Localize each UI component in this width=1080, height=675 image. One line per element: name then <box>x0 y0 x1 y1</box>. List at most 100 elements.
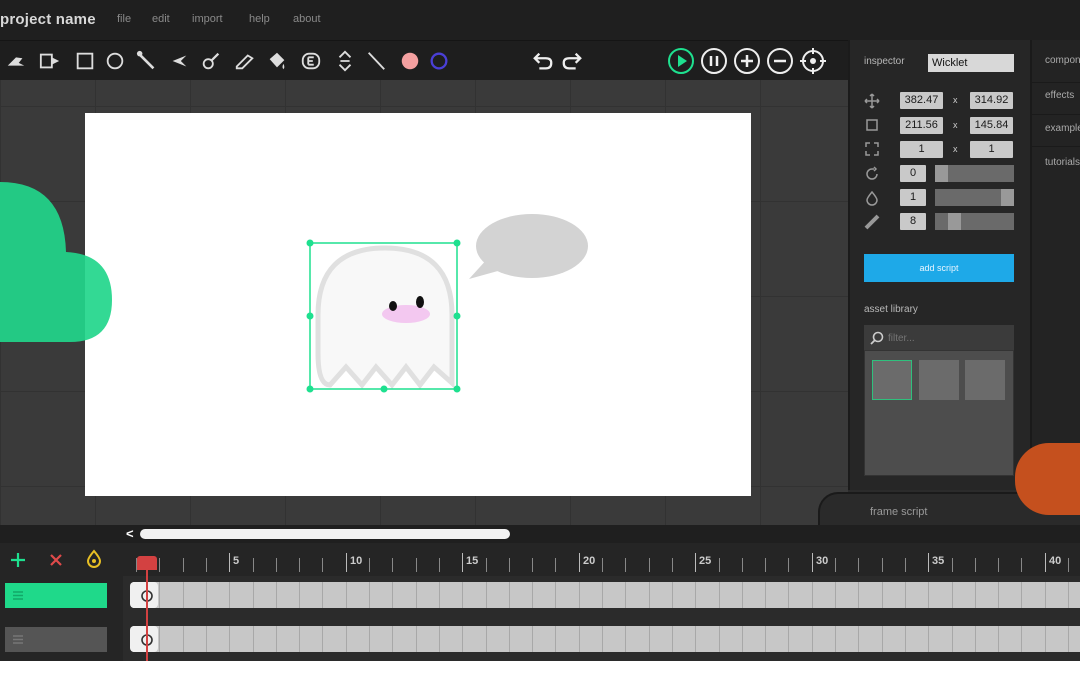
recenter-icon[interactable] <box>799 47 827 75</box>
stroke-knob[interactable] <box>948 213 961 230</box>
opacity-slider[interactable] <box>935 189 1014 206</box>
asset-filter-input[interactable] <box>888 330 1008 346</box>
play-icon[interactable] <box>667 47 695 75</box>
layer-drag-icon[interactable] <box>12 634 24 645</box>
ruler-major-tick <box>346 553 347 572</box>
rotation-field[interactable]: 0 <box>900 165 926 182</box>
path-select-icon[interactable] <box>38 49 62 73</box>
stroke-color-swatch[interactable] <box>427 49 451 73</box>
frame-cell-divider <box>975 626 976 652</box>
frame-cell-divider <box>555 582 556 608</box>
cloud-shape[interactable] <box>0 182 112 342</box>
ruler-label: 10 <box>350 555 363 567</box>
rotation-slider[interactable] <box>935 165 1014 182</box>
layer-1-frames[interactable] <box>133 582 1080 608</box>
tab-tutorials[interactable]: tutorials <box>1032 147 1080 179</box>
object-name-input[interactable]: Wicklet <box>928 54 1014 72</box>
delete-layer-icon[interactable] <box>47 551 65 569</box>
ruler-tick <box>509 558 510 572</box>
rectangle-icon[interactable] <box>73 49 97 73</box>
resize-icon[interactable] <box>333 49 357 73</box>
asset-thumbnail[interactable] <box>872 360 912 400</box>
tab-components[interactable]: components <box>1032 40 1080 83</box>
frame-cell-divider <box>765 626 766 652</box>
stage[interactable] <box>85 113 751 496</box>
frame-cell-divider <box>206 582 207 608</box>
fill-bucket-icon[interactable] <box>265 49 289 73</box>
menu-file[interactable]: file <box>117 13 131 25</box>
tab-examples[interactable]: examples <box>1032 115 1080 147</box>
fill-color-swatch[interactable] <box>398 49 422 73</box>
playhead-handle[interactable] <box>137 556 157 570</box>
frame-cell-divider <box>742 582 743 608</box>
layer-drag-icon[interactable] <box>12 590 24 601</box>
scroll-thumb[interactable] <box>140 529 510 539</box>
pen-icon[interactable] <box>167 49 191 73</box>
zoom-out-icon[interactable] <box>766 47 794 75</box>
frame-cell-divider <box>905 582 906 608</box>
undo-icon[interactable] <box>531 49 555 73</box>
pause-icon[interactable] <box>700 47 728 75</box>
onion-skin-icon[interactable] <box>85 549 103 569</box>
position-y-field[interactable]: 314.92 <box>970 92 1013 109</box>
stroke-width-icon <box>864 214 880 230</box>
speech-bubble[interactable] <box>465 213 595 283</box>
line-icon[interactable] <box>364 49 388 73</box>
scale-y-field[interactable]: 1 <box>970 141 1013 158</box>
menu-import[interactable]: import <box>192 13 223 25</box>
zoom-in-icon[interactable] <box>733 47 761 75</box>
frame-cell-divider <box>183 626 184 652</box>
menu-about[interactable]: about <box>293 13 321 25</box>
layer-2[interactable] <box>5 627 107 652</box>
frame-cell-divider <box>928 582 929 608</box>
eyedropper-icon[interactable] <box>199 49 223 73</box>
frame-cell-divider <box>649 626 650 652</box>
scroll-left-arrow[interactable]: < <box>126 526 134 541</box>
layer-2-frames[interactable] <box>133 626 1080 652</box>
frame-cell-divider <box>439 582 440 608</box>
layer-1[interactable] <box>5 583 107 608</box>
rotation-icon <box>866 166 878 180</box>
width-field[interactable]: 211.56 <box>900 117 943 134</box>
asset-thumbnail[interactable] <box>919 360 959 400</box>
ruler-major-tick <box>1045 553 1046 572</box>
tab-effects[interactable]: effects <box>1032 83 1080 115</box>
frame-cell-divider <box>276 582 277 608</box>
pointer-icon[interactable] <box>4 49 28 73</box>
opacity-field[interactable]: 1 <box>900 189 926 206</box>
frame-cell-divider <box>276 626 277 652</box>
add-script-button[interactable]: add script <box>864 254 1014 282</box>
frame-cell-divider <box>346 582 347 608</box>
position-x-field[interactable]: 382.47 <box>900 92 943 109</box>
frame-cell-divider <box>159 626 160 652</box>
ruler-tick <box>1021 558 1022 572</box>
menu-help[interactable]: help <box>249 13 270 25</box>
frame-cell-divider <box>719 582 720 608</box>
ruler-tick <box>253 558 254 572</box>
asset-thumbnail[interactable] <box>965 360 1005 400</box>
scale-x-field[interactable]: 1 <box>900 141 943 158</box>
frame-cell-divider <box>835 582 836 608</box>
editor-window: project name file edit import help about <box>0 0 1080 675</box>
ruler-tick <box>392 558 393 572</box>
height-field[interactable]: 145.84 <box>970 117 1013 134</box>
selection-box[interactable] <box>305 238 465 393</box>
opacity-knob[interactable] <box>1001 189 1014 206</box>
frame-cell-divider <box>672 626 673 652</box>
add-layer-icon[interactable] <box>8 550 28 570</box>
frame-cell-divider <box>486 626 487 652</box>
frame-cell-divider <box>1045 582 1046 608</box>
frame-cell-divider <box>555 626 556 652</box>
redo-icon[interactable] <box>560 49 584 73</box>
pencil-icon[interactable] <box>233 49 257 73</box>
frame-cell-divider <box>742 626 743 652</box>
project-title[interactable]: project name <box>0 11 96 28</box>
stroke-color-circle <box>430 52 448 70</box>
stroke-slider[interactable] <box>935 213 1014 230</box>
menu-edit[interactable]: edit <box>152 13 170 25</box>
rotation-knob[interactable] <box>935 165 948 182</box>
text-icon[interactable] <box>299 49 323 73</box>
brush-icon[interactable] <box>135 49 159 73</box>
ellipse-icon[interactable] <box>103 49 127 73</box>
stroke-field[interactable]: 8 <box>900 213 926 230</box>
